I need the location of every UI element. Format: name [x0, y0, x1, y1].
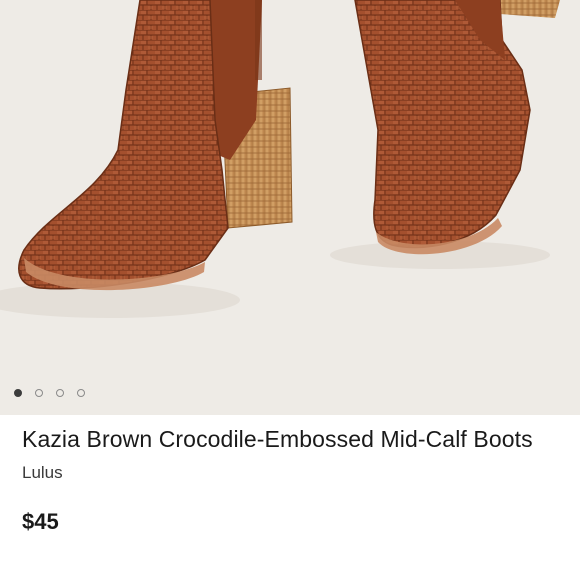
product-image-carousel[interactable] [0, 0, 580, 415]
boots-photo [0, 0, 580, 415]
carousel-dot-1[interactable] [14, 389, 22, 397]
brand-link[interactable]: Lulus [22, 463, 558, 483]
carousel-pagination [14, 389, 85, 397]
carousel-dot-4[interactable] [77, 389, 85, 397]
carousel-dot-2[interactable] [35, 389, 43, 397]
product-info: Kazia Brown Crocodile-Embossed Mid-Calf … [0, 415, 580, 535]
product-title: Kazia Brown Crocodile-Embossed Mid-Calf … [22, 426, 533, 452]
carousel-dot-3[interactable] [56, 389, 64, 397]
product-price: $45 [22, 509, 59, 534]
